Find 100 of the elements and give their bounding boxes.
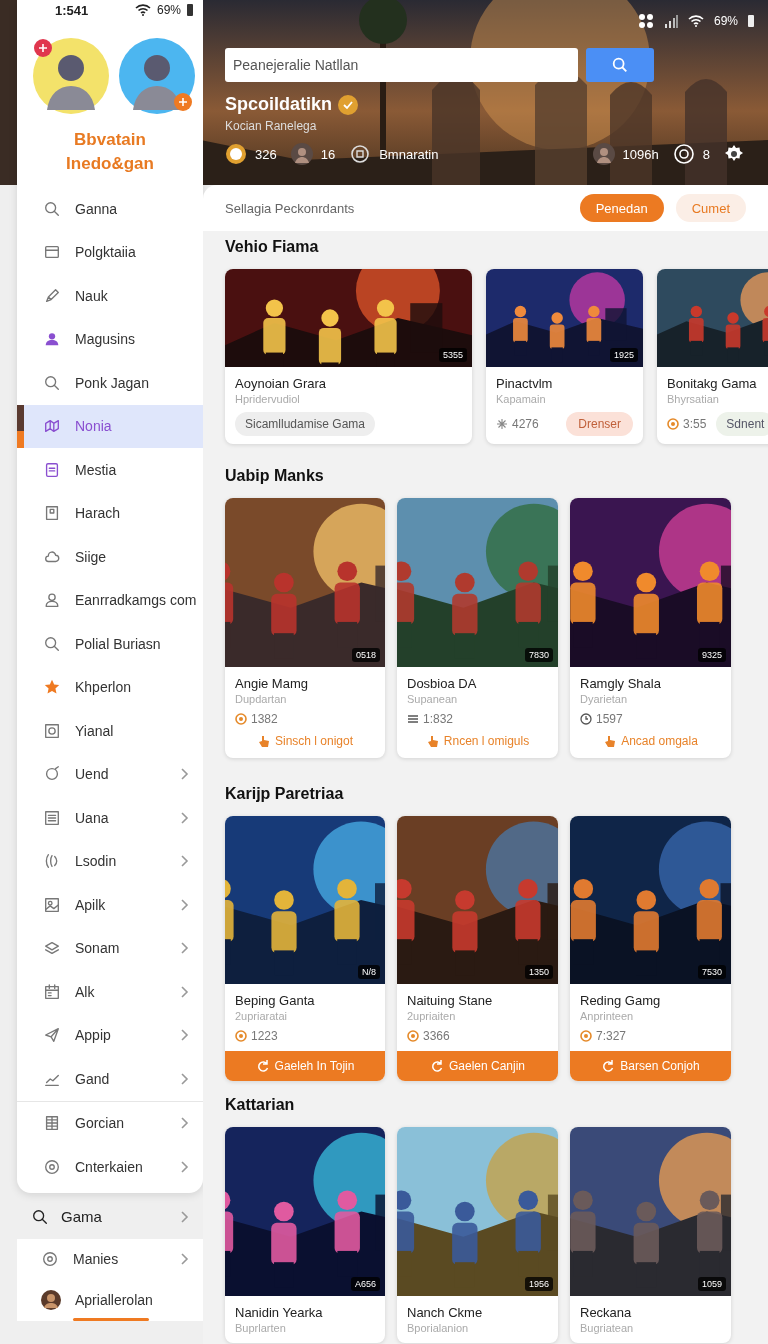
refresh-icon xyxy=(255,1059,270,1073)
sidebar-item[interactable]: Harach xyxy=(17,491,203,535)
sidebar-item[interactable]: Manies xyxy=(17,1238,203,1280)
game-card[interactable]: 1956 Nanch Ckme Bporialanion xyxy=(397,1127,558,1343)
sidebar-item[interactable]: Magusins xyxy=(17,317,203,361)
category-chip[interactable]: Sicamlludamise Gama xyxy=(235,412,376,436)
count-badge: 7830 xyxy=(524,648,553,662)
game-card[interactable]: A656 Nanidin Yearka Buprlarten xyxy=(225,1127,385,1343)
coin-icon xyxy=(580,1030,592,1042)
sidebar-item[interactable]: Lsodin xyxy=(17,839,203,883)
avatar xyxy=(41,1290,61,1310)
stat-value: 1597 xyxy=(596,712,623,726)
sidebar-item[interactable]: Mestia xyxy=(17,448,203,492)
stat-value: 326 xyxy=(255,146,277,162)
game-card[interactable]: N/8 Beping Ganta 2upriaratai 1223 Gaeleh In Tojin xyxy=(225,816,385,1081)
search-icon xyxy=(43,634,61,653)
sidebar-item[interactable]: Alk xyxy=(17,970,203,1014)
hand-icon xyxy=(603,734,618,748)
sidebar-item[interactable]: Polial Buriasn xyxy=(17,622,203,666)
target-icon xyxy=(672,143,695,165)
card-subtitle: Kapamain xyxy=(496,392,547,406)
status-pill[interactable]: Drenser xyxy=(566,412,633,436)
sidebar-item[interactable]: Polgktaiia xyxy=(17,230,203,274)
sidebar-item[interactable]: Gand xyxy=(17,1057,203,1101)
card-subtitle: Dyarietan xyxy=(580,692,629,706)
card-subtitle: 2upriaiten xyxy=(407,1009,457,1023)
count-badge: 5355 xyxy=(438,348,467,362)
sparkle-icon xyxy=(496,418,508,430)
sidebar-item[interactable]: Yianal xyxy=(17,709,203,753)
sidebar-item[interactable]: Nauk xyxy=(17,274,203,318)
search-icon xyxy=(31,1207,49,1226)
stat-value: 4276 xyxy=(512,417,539,431)
refresh-icon xyxy=(601,1059,616,1073)
coin-icon xyxy=(407,1030,419,1042)
game-card[interactable]: 5355 Aoynoian Grara Hpridervudiol Sicamlludamise Gama xyxy=(225,269,472,444)
game-card[interactable]: Bonitakg Gama Bhyrsatian 3:55 Sdnent xyxy=(657,269,768,444)
stat-value: 7:327 xyxy=(596,1029,627,1043)
search-field[interactable]: Peanejeralie Natllan xyxy=(225,48,578,82)
profile-name: Bbvatain xyxy=(73,129,147,151)
battery-percent: 69% xyxy=(713,14,738,28)
count-badge: A656 xyxy=(350,1277,380,1291)
coin-icon xyxy=(235,1030,247,1042)
game-card[interactable]: 1925 Pinactvlm Kapamain 4276 Drenser xyxy=(486,269,643,444)
list-icon xyxy=(407,713,419,725)
game-card[interactable]: 0518 Angie Mamg Dupdartan 1382 Sinsch l onigot xyxy=(225,498,385,758)
sidebar-item[interactable]: Uend xyxy=(17,752,203,796)
stat-value: 1223 xyxy=(251,1029,278,1043)
refresh-icon xyxy=(429,1059,444,1073)
wifi-icon xyxy=(134,4,151,16)
game-card[interactable]: 7830 Dosbioa DA Supanean 1:832 Rncen l omiguls xyxy=(397,498,558,758)
search-icon xyxy=(611,56,629,74)
sidebar-item[interactable]: Eanrradkamgs com xyxy=(17,578,203,622)
count-badge: 1059 xyxy=(697,1277,726,1291)
game-card[interactable]: 7530 Reding Gamg Anprinteen 7:327 Barsen Conjoh xyxy=(570,816,731,1081)
sidebar-item[interactable]: Uana xyxy=(17,796,203,840)
card-subtitle: Dupdartan xyxy=(235,692,288,706)
sidebar-link[interactable]: Gama xyxy=(17,1196,203,1237)
section-title: Uabip Manks xyxy=(225,466,325,486)
sidebar-item[interactable]: Apriallerolan xyxy=(17,1279,203,1321)
sidebar-item[interactable]: Cnterkaien xyxy=(17,1145,203,1189)
count-badge: 9325 xyxy=(697,648,726,662)
user-icon xyxy=(43,591,61,610)
sidebar-item[interactable]: Gorcian xyxy=(17,1101,203,1145)
coin-icon xyxy=(235,713,247,725)
game-title: Spcoildatikn xyxy=(225,94,332,115)
card-subtitle: Anprinteen xyxy=(580,1009,635,1023)
status-pill[interactable]: Sdnent xyxy=(716,412,768,436)
clock-icon xyxy=(580,713,592,725)
sidebar-item[interactable]: Ponk Jagan xyxy=(17,361,203,405)
game-card[interactable]: 1059 Reckana Bugriatean xyxy=(570,1127,731,1343)
game-card[interactable]: 1350 Naituing Stane 2upriaiten 3366 Gaelen Canjin xyxy=(397,816,558,1081)
sidebar-item[interactable]: Sonam xyxy=(17,926,203,970)
sidebar-item[interactable]: Ganna xyxy=(17,187,203,231)
emblem-icon xyxy=(349,143,372,165)
profile-name: Inedo&gan xyxy=(65,153,155,175)
count-badge: 0518 xyxy=(351,648,380,662)
count-badge: 7530 xyxy=(697,965,726,979)
avatar[interactable] xyxy=(117,36,197,116)
coin-icon xyxy=(667,418,679,430)
count-badge: 1925 xyxy=(609,348,638,362)
circle-icon xyxy=(43,1157,61,1176)
stat-value: 3:55 xyxy=(683,417,707,431)
card-subtitle: Bugriatean xyxy=(580,1321,635,1335)
sidebar-item[interactable]: Nonia xyxy=(17,404,203,448)
game-card[interactable]: 9325 Ramgly Shala Dyarietan 1597 Ancad omgala xyxy=(570,498,731,758)
battery-icon xyxy=(748,15,754,27)
stat-value: 3366 xyxy=(423,1029,450,1043)
calendar-icon xyxy=(43,982,61,1001)
sidebar-item[interactable]: Khperlon xyxy=(17,665,203,709)
card-title: Aoynoian Grara xyxy=(235,375,328,392)
clock-time: 1:541 xyxy=(55,2,89,18)
stat-value: 1:832 xyxy=(423,712,454,726)
sidebar-item[interactable]: Siige xyxy=(17,535,203,579)
sidebar-item[interactable]: Apilk xyxy=(17,883,203,927)
avatar xyxy=(592,143,615,165)
avatar[interactable] xyxy=(31,36,111,116)
sidebar-item[interactable]: Appip xyxy=(17,1013,203,1057)
card-subtitle: Bporialanion xyxy=(407,1321,470,1335)
section-title: Karijp Paretriaa xyxy=(225,784,345,804)
stat-value: 1382 xyxy=(251,712,278,726)
